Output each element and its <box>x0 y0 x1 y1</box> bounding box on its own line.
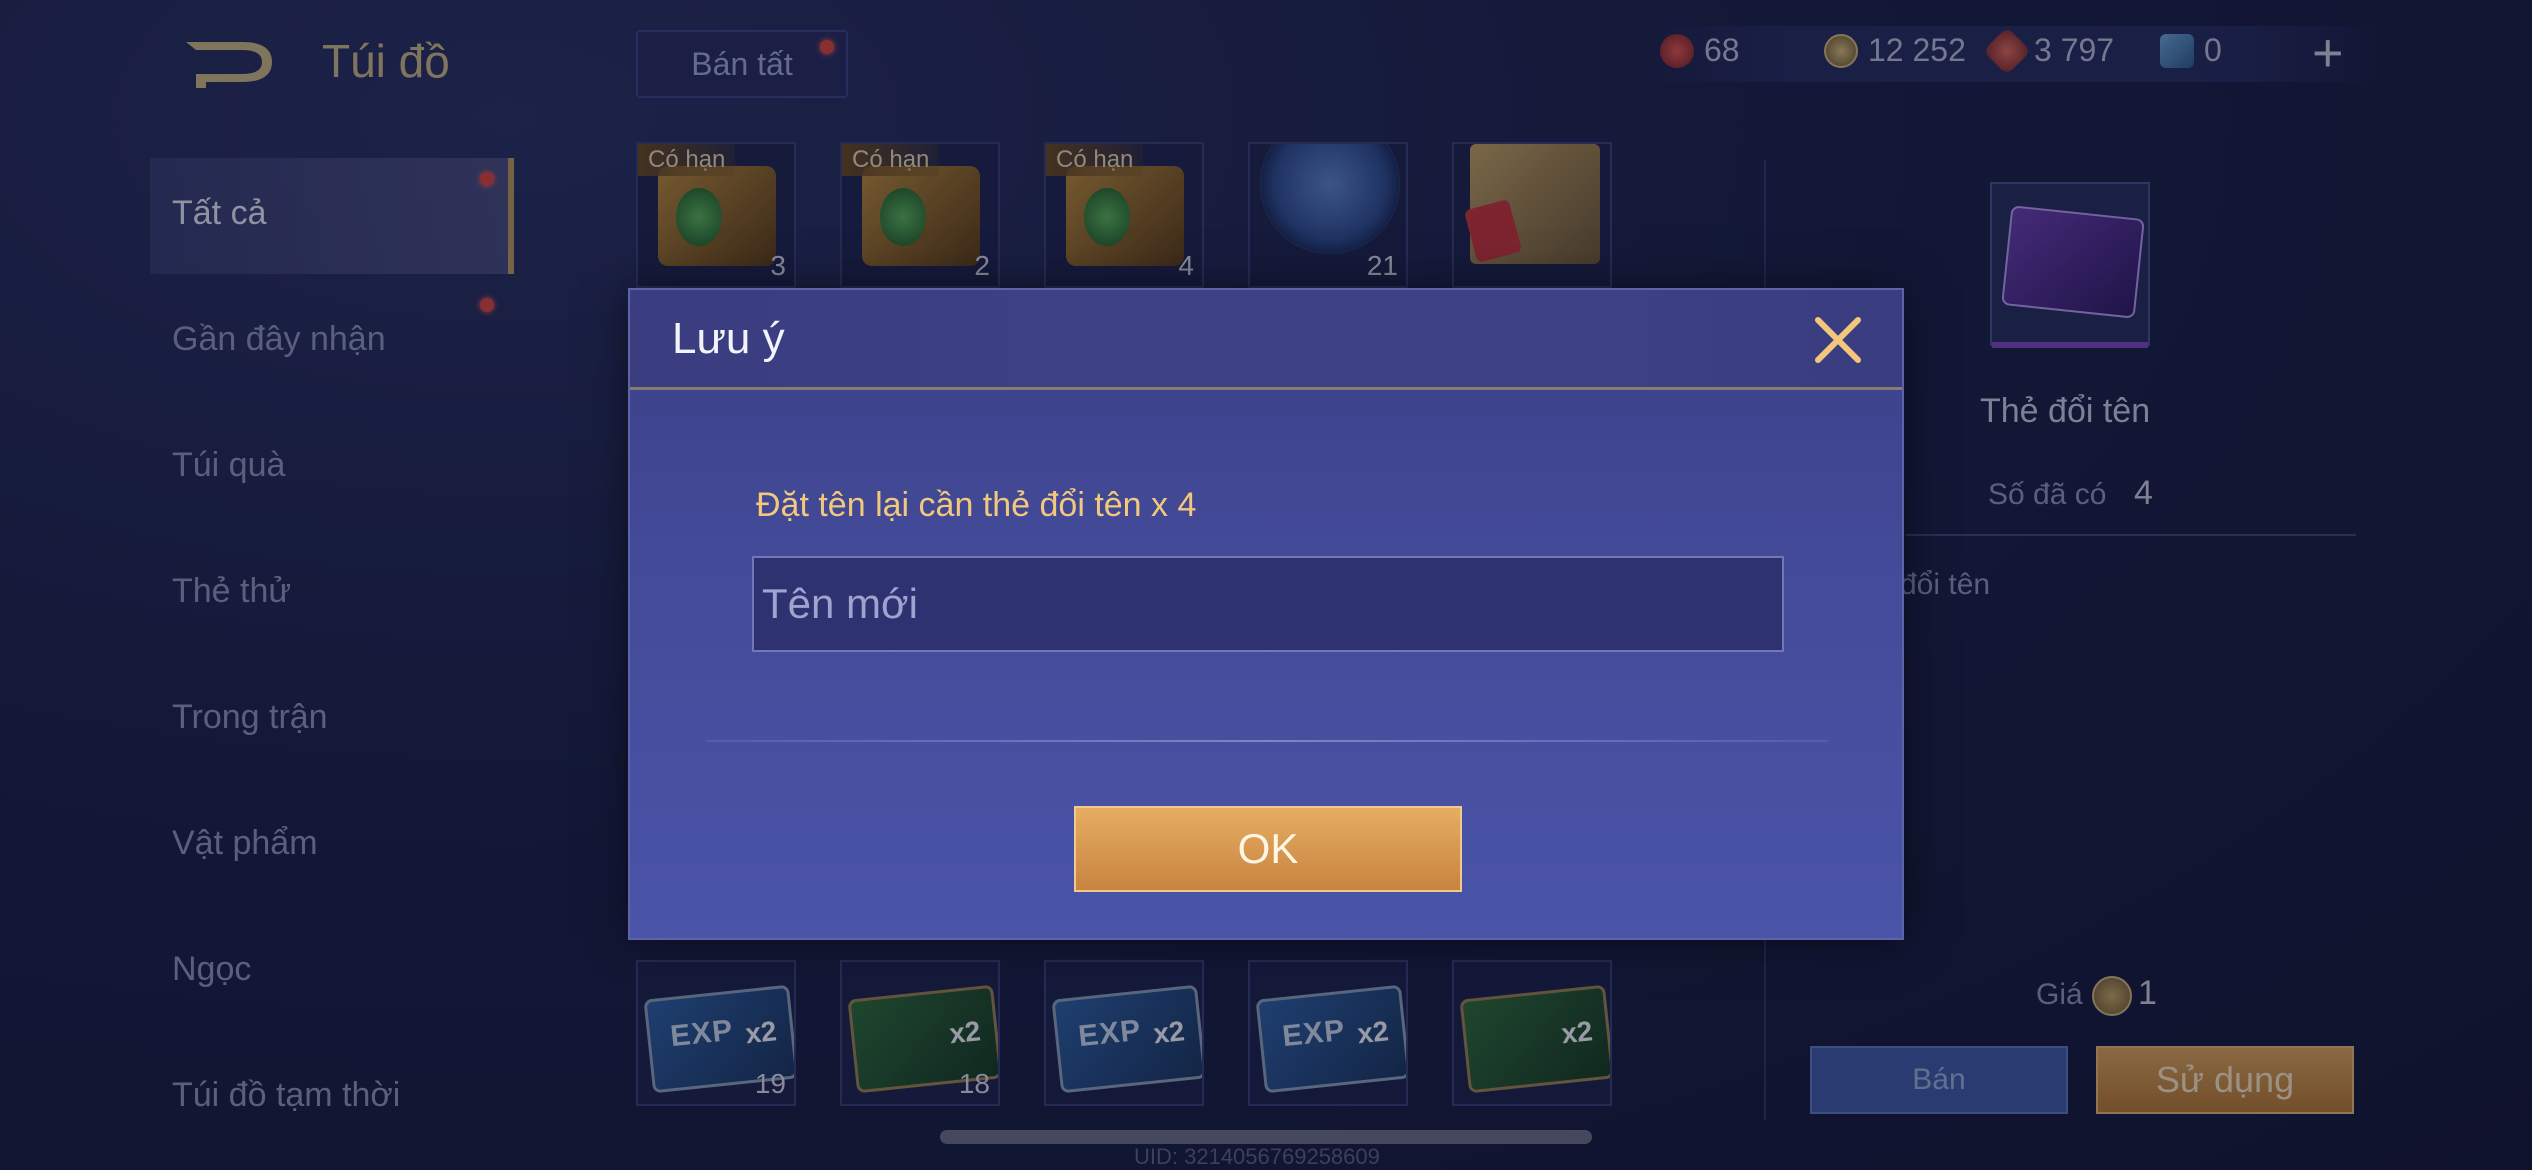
new-name-input[interactable] <box>752 556 1784 652</box>
rename-dialog: Lưu ý Đặt tên lại cần thẻ đổi tên x 4 OK <box>628 288 1904 940</box>
dialog-header: Lưu ý <box>630 290 1902 390</box>
close-icon[interactable] <box>1810 312 1866 368</box>
ok-button-label: OK <box>1237 825 1299 872</box>
ok-button[interactable]: OK <box>1074 806 1462 892</box>
dialog-divider <box>706 740 1828 742</box>
dialog-hint: Đặt tên lại cần thẻ đổi tên x 4 <box>756 486 1197 524</box>
dialog-title: Lưu ý <box>672 314 785 363</box>
